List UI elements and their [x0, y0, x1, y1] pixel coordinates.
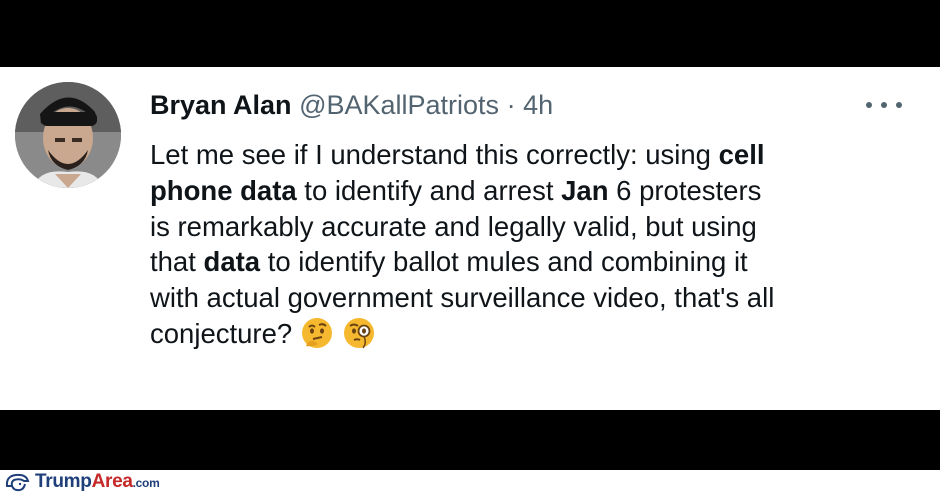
tweet-bold-text: data	[203, 246, 261, 278]
tweet-text-segment: Let me see if I understand this correctl…	[150, 139, 719, 170]
tweet-bold-text: Jan	[561, 174, 609, 206]
profile-photo-icon	[15, 82, 121, 188]
meta-separator: ·	[506, 90, 516, 120]
tweet-timestamp[interactable]: 4h	[523, 90, 553, 120]
more-dot	[881, 102, 887, 108]
tweet-line: conjecture?	[150, 316, 920, 359]
tweet-text-segment: that	[150, 246, 204, 278]
watermark-bar: TrumpArea.com	[0, 470, 940, 495]
face-with-monocle-emoji-icon	[342, 316, 376, 359]
more-dot	[896, 102, 902, 108]
tweet-line: with actual government surveillance vide…	[150, 280, 920, 316]
avatar[interactable]	[15, 82, 121, 188]
watermark: TrumpArea.com	[4, 471, 160, 493]
more-dot	[866, 102, 872, 108]
tweet-card[interactable]: Bryan Alan @BAKallPatriots · 4h Let me s…	[0, 67, 940, 410]
watermark-brand-2: Area	[91, 471, 133, 492]
tweet-text-segment: with actual government surveillance vide…	[150, 282, 775, 314]
watermark-tld: .com	[132, 476, 160, 490]
tweet-bold-text: phone data	[150, 174, 297, 206]
tweet-line: that data to identify ballot mules and c…	[150, 244, 920, 280]
tweet-text-segment: is remarkably accurate and legally valid…	[150, 210, 757, 242]
tweet-text-segment: to identify and arrest	[296, 174, 562, 206]
more-options-icon[interactable]	[866, 95, 902, 115]
author-handle[interactable]: @BAKallPatriots	[299, 90, 499, 120]
tweet-bold-text: cell	[718, 139, 765, 170]
tweet-header: Bryan Alan @BAKallPatriots · 4h	[150, 89, 553, 121]
tweet-text-segment: conjecture?	[150, 317, 293, 349]
tweet-text-segment: to identify ballot mules and combining i…	[260, 246, 748, 278]
watermark-brand-1: Trump	[35, 471, 92, 492]
tweet-line: Let me see if I understand this correctl…	[150, 137, 920, 173]
top-black-bar	[0, 0, 940, 67]
watermark-text: TrumpArea.com	[35, 471, 160, 493]
tweet-line: phone data to identify and arrest Jan 6 …	[150, 173, 920, 209]
trump-silhouette-logo-icon	[5, 473, 30, 492]
author-name[interactable]: Bryan Alan	[150, 90, 292, 120]
tweet-text: Let me see if I understand this correctl…	[150, 137, 920, 359]
tweet-line: is remarkably accurate and legally valid…	[150, 209, 920, 245]
thinking-face-emoji-icon	[300, 316, 334, 359]
bottom-black-bar	[0, 410, 940, 470]
tweet-text-segment: 6 protesters	[608, 174, 762, 206]
